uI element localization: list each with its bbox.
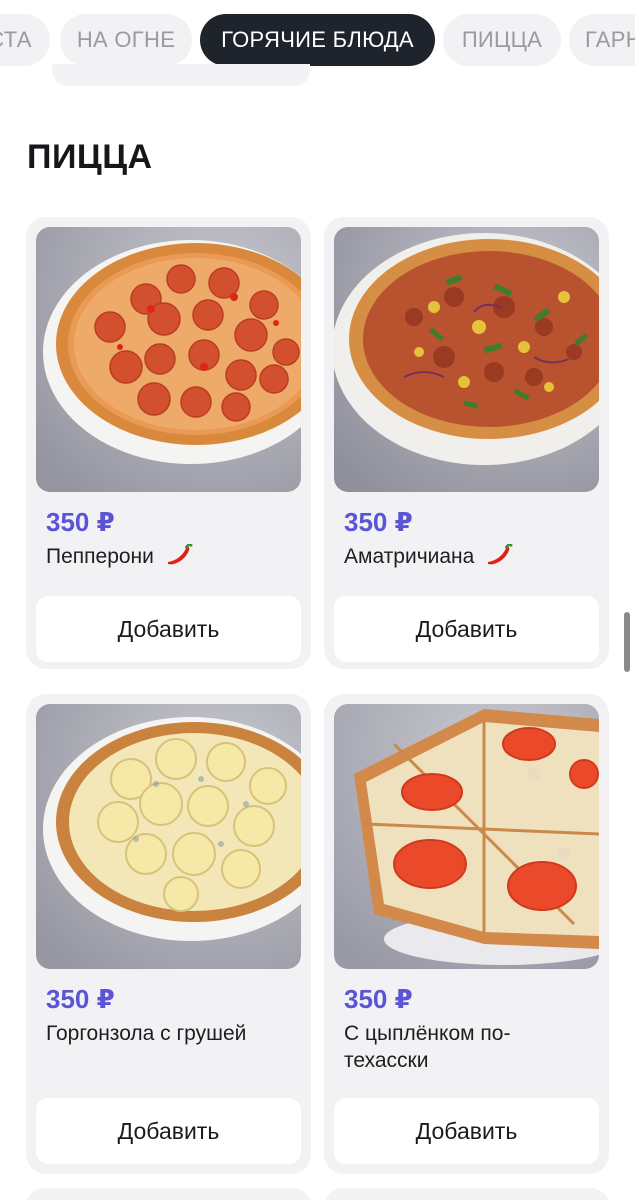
pepperoni-pizza-image[interactable] [36,227,301,492]
chili-pepper-icon [167,544,193,565]
product-name-text: Пепперони [46,545,154,568]
tab-salads[interactable]: СТА [0,14,50,66]
product-name-text: Аматричиана [344,545,475,568]
previous-card-edge [52,64,310,86]
tab-on-fire[interactable]: НА ОГНЕ [60,14,192,66]
product-card[interactable]: 350 ₽ Аматричиана Добавить [324,217,609,669]
tab-hot-dishes[interactable]: ГОРЯЧИЕ БЛЮДА [200,14,435,66]
product-name: Аматричиана [344,543,594,570]
add-to-cart-button[interactable]: Добавить [334,1098,599,1164]
product-price: 350 ₽ [46,984,115,1014]
product-price: 350 ₽ [46,507,115,537]
section-title: ПИЦЦА [27,138,153,176]
product-name: С цыплёнком по-техасски [344,1020,594,1074]
product-price: 350 ₽ [344,984,413,1014]
product-card[interactable]: 350 ₽ Пепперони Добавить [26,217,311,669]
next-card-edge [324,1188,609,1200]
next-card-edge [26,1188,311,1200]
scrollbar-thumb[interactable] [624,612,630,672]
product-card[interactable]: 350 ₽ С цыплёнком по-техасски Добавить [324,694,609,1174]
chili-pepper-icon [488,544,514,565]
tab-pizza[interactable]: ПИЦЦА [443,14,561,66]
product-card[interactable]: 350 ₽ Горгонзола с грушей Добавить [26,694,311,1174]
product-price: 350 ₽ [344,507,413,537]
texas-chicken-pizza-image[interactable] [334,704,599,969]
product-name: Пепперони [46,543,296,570]
product-name-text: Горгонзола с грушей [46,1022,247,1045]
gorgonzola-pear-pizza-image[interactable] [36,704,301,969]
add-to-cart-button[interactable]: Добавить [334,596,599,662]
tab-sides[interactable]: ГАРН [569,14,635,66]
add-to-cart-button[interactable]: Добавить [36,1098,301,1164]
amatriciana-pizza-image[interactable] [334,227,599,492]
product-name-text: С цыплёнком по-техасски [344,1022,511,1072]
add-to-cart-button[interactable]: Добавить [36,596,301,662]
product-name: Горгонзола с грушей [46,1020,296,1047]
